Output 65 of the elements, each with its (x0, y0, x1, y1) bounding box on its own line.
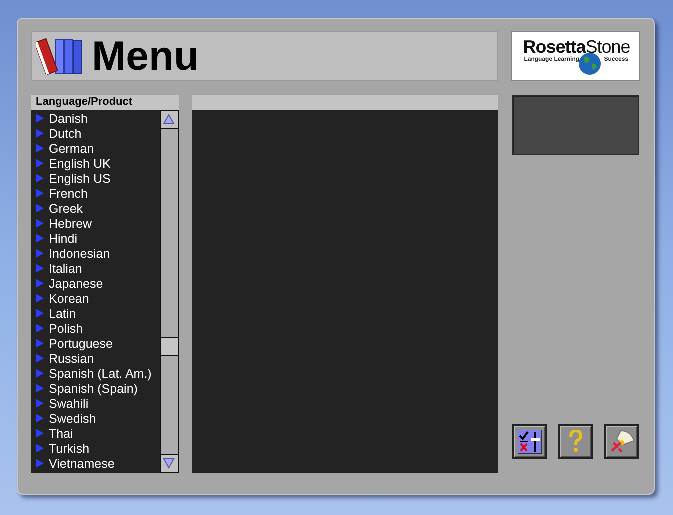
language-item[interactable]: Thai (31, 426, 160, 441)
triangle-bullet-icon (36, 144, 44, 153)
language-item[interactable]: German (31, 141, 160, 156)
scroll-thumb[interactable] (160, 337, 178, 356)
language-item[interactable]: Hebrew (31, 216, 160, 231)
language-item[interactable]: Japanese (31, 276, 160, 291)
language-item[interactable]: Vietnamese (31, 456, 160, 471)
language-item[interactable]: Swahili (31, 396, 160, 411)
brand-name: RosettaStone (523, 37, 630, 57)
triangle-bullet-icon (36, 429, 44, 438)
scroll-down-button[interactable] (160, 454, 178, 473)
language-item[interactable]: Turkish (31, 441, 160, 456)
triangle-bullet-icon (36, 189, 44, 198)
triangle-bullet-icon (36, 159, 44, 168)
triangle-bullet-icon (36, 279, 44, 288)
triangle-bullet-icon (36, 264, 44, 273)
language-item[interactable]: English UK (31, 156, 160, 171)
triangle-bullet-icon (36, 354, 44, 363)
language-item[interactable]: Hindi (31, 231, 160, 246)
triangle-bullet-icon (36, 459, 44, 468)
triangle-bullet-icon (36, 114, 44, 123)
triangle-bullet-icon (36, 324, 44, 333)
language-item[interactable]: Greek (31, 201, 160, 216)
language-item[interactable]: Russian (31, 351, 160, 366)
triangle-bullet-icon (36, 309, 44, 318)
triangle-bullet-icon (36, 369, 44, 378)
globe-icon (578, 52, 602, 76)
language-item[interactable]: Korean (31, 291, 160, 306)
question-mark-icon (568, 430, 583, 454)
triangle-bullet-icon (36, 399, 44, 408)
fan-icon (608, 428, 635, 454)
language-item[interactable]: Spanish (Lat. Am.) (31, 366, 160, 381)
triangle-bullet-icon (36, 414, 44, 423)
triangle-bullet-icon (36, 249, 44, 258)
language-item[interactable]: Spanish (Spain) (31, 381, 160, 396)
triangle-bullet-icon (36, 174, 44, 183)
language-item[interactable]: Polish (31, 321, 160, 336)
list-heading: Language/Product (31, 95, 178, 110)
triangle-bullet-icon (36, 234, 44, 243)
triangle-bullet-icon (36, 444, 44, 453)
exit-button[interactable] (604, 424, 640, 459)
books-icon (36, 36, 82, 76)
language-item[interactable]: Swedish (31, 411, 160, 426)
scrollbar[interactable] (160, 110, 178, 473)
settings-button[interactable] (512, 424, 548, 459)
triangle-bullet-icon (36, 294, 44, 303)
language-item[interactable]: Danish (31, 111, 160, 126)
triangle-bullet-icon (36, 384, 44, 393)
scroll-up-button[interactable] (160, 110, 178, 129)
language-item[interactable]: Italian (31, 261, 160, 276)
triangle-bullet-icon (36, 339, 44, 348)
up-triangle-icon (163, 114, 175, 125)
down-triangle-icon (163, 458, 175, 469)
triangle-bullet-icon (36, 129, 44, 138)
language-item[interactable]: Portuguese (31, 336, 160, 351)
menu-title: Menu (92, 36, 200, 76)
language-item[interactable]: English US (31, 171, 160, 186)
triangle-bullet-icon (36, 219, 44, 228)
language-item[interactable]: French (31, 186, 160, 201)
language-item[interactable]: Latin (31, 306, 160, 321)
triangle-bullet-icon (36, 204, 44, 213)
help-button[interactable] (558, 424, 594, 459)
language-item[interactable]: Dutch (31, 126, 160, 141)
checklist-icon (518, 430, 542, 454)
language-item[interactable]: Indonesian (31, 246, 160, 261)
